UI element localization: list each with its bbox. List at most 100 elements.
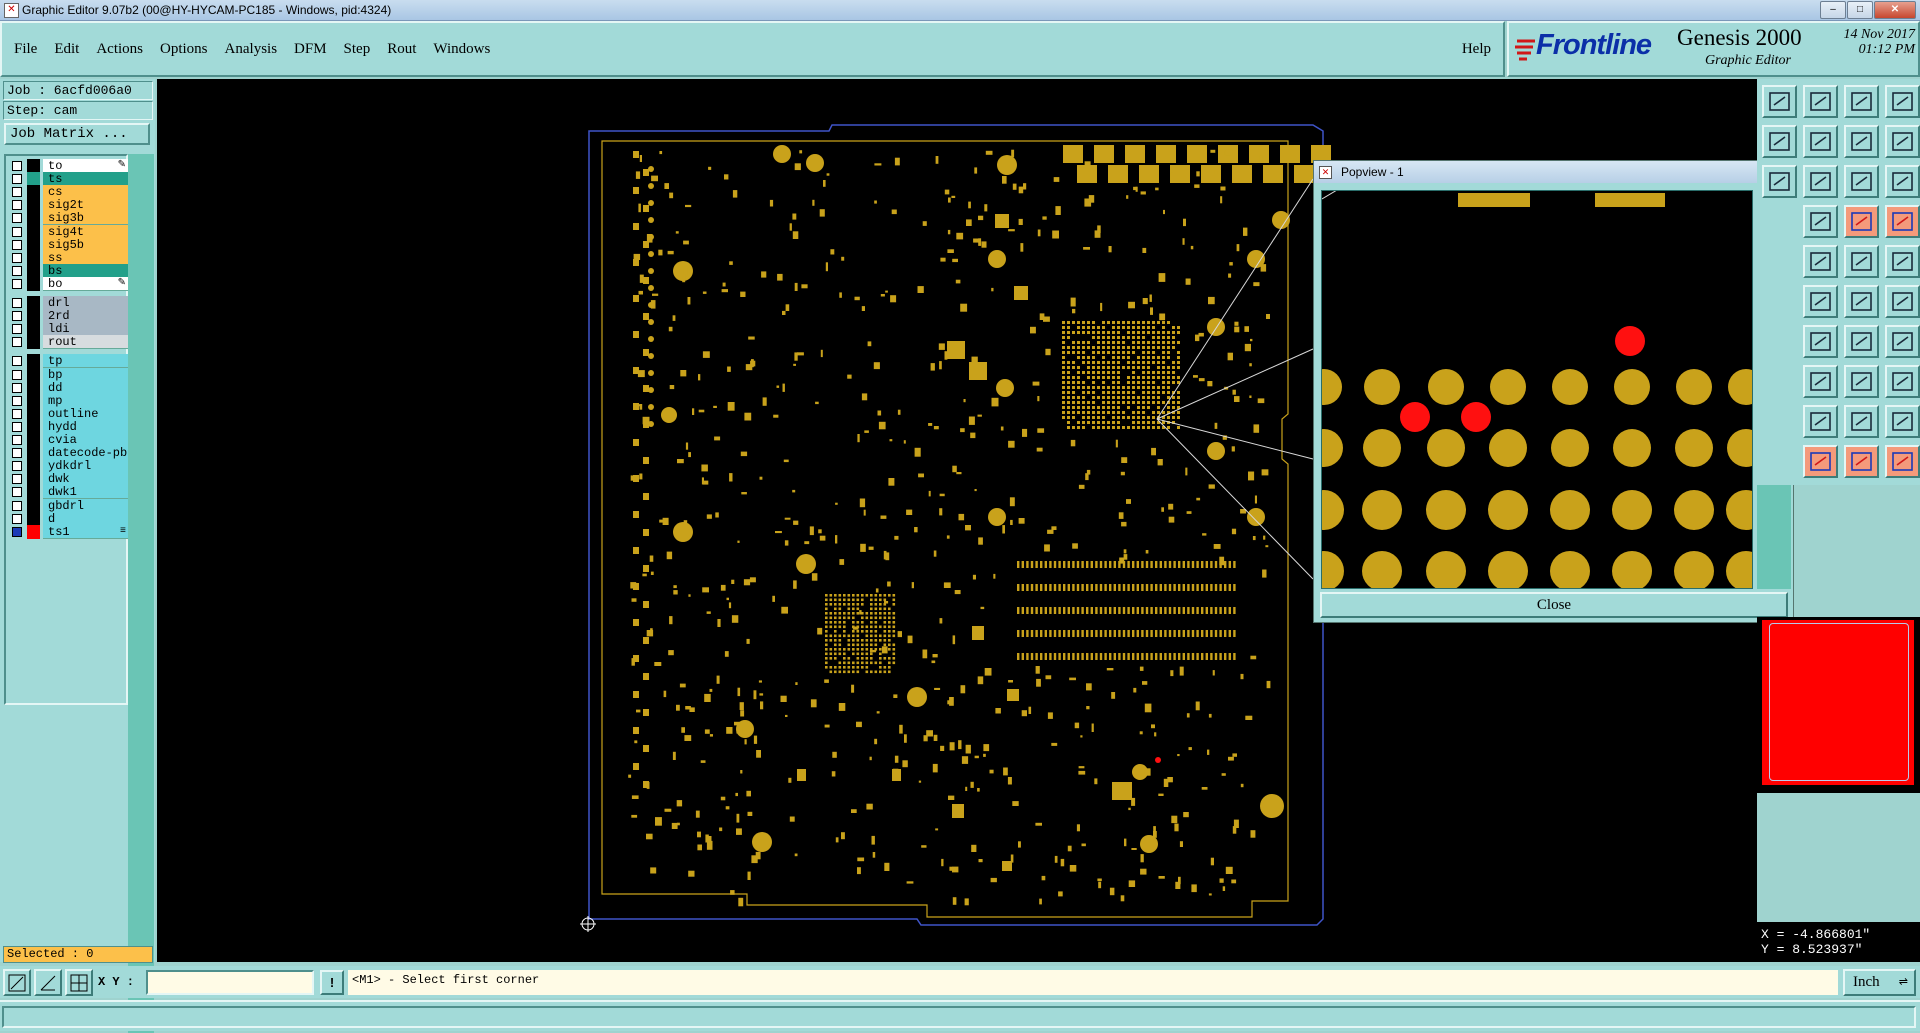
layer-row-bo[interactable]: bo ✎ — [8, 276, 128, 291]
layer-name[interactable]: bp — [43, 367, 128, 382]
layer-checkbox[interactable] — [12, 421, 22, 432]
layer-row-tp[interactable]: tp — [8, 354, 128, 369]
layer-name[interactable]: ldi — [43, 322, 128, 337]
layer-row-drl[interactable]: drl — [8, 296, 128, 310]
board-overview[interactable] — [1757, 617, 1920, 793]
zoom-step-button[interactable] — [1885, 125, 1920, 158]
layer-name[interactable]: d — [43, 511, 128, 526]
layer-checkbox[interactable] — [12, 174, 22, 185]
layer-name[interactable]: ss — [43, 250, 128, 265]
menu-file[interactable]: File — [14, 41, 37, 58]
layer-color-swatch[interactable] — [27, 406, 40, 421]
minimize-button[interactable]: – — [1820, 1, 1846, 19]
layer-color-swatch[interactable] — [27, 446, 40, 461]
menu-step[interactable]: Step — [344, 41, 371, 58]
maximize-button[interactable]: □ — [1847, 1, 1873, 19]
layer-color-swatch[interactable] — [27, 172, 40, 187]
scale-12-button[interactable] — [1803, 165, 1838, 198]
layer-name[interactable]: sig2t — [43, 198, 128, 213]
snap-grid-button[interactable] — [65, 969, 93, 996]
layer-color-swatch[interactable] — [27, 276, 40, 291]
layer-checkbox[interactable] — [12, 526, 22, 537]
layer-name[interactable]: sig3b — [43, 211, 128, 226]
select-box-button[interactable] — [1844, 445, 1879, 478]
menu-rout[interactable]: Rout — [387, 41, 416, 58]
layer-color-swatch[interactable] — [27, 485, 40, 500]
layer-name[interactable]: 2rd — [43, 309, 128, 324]
layer-checkbox[interactable] — [12, 239, 22, 250]
layer-checkbox[interactable] — [12, 200, 22, 211]
close-window-button[interactable]: ✕ — [1874, 1, 1916, 19]
layer-checkbox[interactable] — [12, 265, 22, 276]
layer-checkbox[interactable] — [12, 278, 22, 289]
layer-name[interactable]: datecode-pbc — [43, 446, 128, 461]
layer-row-datecode-pbc[interactable]: datecode-pbc — [8, 446, 128, 461]
layer-checkbox[interactable] — [12, 161, 22, 171]
query-button[interactable] — [1844, 165, 1879, 198]
select-button[interactable] — [1803, 445, 1838, 478]
layer-row-cs[interactable]: cs — [8, 185, 128, 200]
step-prev-button[interactable] — [1762, 125, 1797, 158]
layer-color-swatch[interactable] — [27, 211, 40, 226]
layer-row-hydd[interactable]: hydd — [8, 419, 128, 434]
layer-row-sig3b[interactable]: sig3b — [8, 211, 128, 226]
layer-name[interactable]: cvia — [43, 433, 128, 447]
layer-name[interactable]: dwk — [43, 472, 128, 487]
layer-row-ldi[interactable]: ldi — [8, 322, 128, 337]
shape-button[interactable] — [1885, 365, 1920, 398]
layer-row-2rd[interactable]: 2rd — [8, 309, 128, 324]
layer-color-swatch[interactable] — [27, 380, 40, 395]
layer-row-dwk[interactable]: dwk — [8, 472, 128, 487]
layer-checkbox[interactable] — [12, 298, 22, 308]
popview-close-button[interactable]: Close — [1320, 592, 1788, 618]
popview-canvas[interactable] — [1321, 190, 1753, 589]
layer-name[interactable]: ts — [43, 172, 128, 187]
layer-checkbox[interactable] — [12, 408, 22, 419]
layer-color-swatch[interactable] — [27, 419, 40, 434]
layer-color-swatch[interactable] — [27, 335, 40, 350]
layer-row-dd[interactable]: dd — [8, 380, 128, 395]
layer-color-swatch[interactable] — [27, 296, 40, 310]
layer-name[interactable]: rout — [43, 335, 128, 350]
layer-name[interactable]: hydd — [43, 419, 128, 434]
popview-zoom-view[interactable] — [1322, 191, 1752, 588]
layer-row-bs[interactable]: bs — [8, 263, 128, 278]
layer-checkbox[interactable] — [12, 461, 22, 472]
units-selector[interactable]: Inch ⇌ — [1843, 969, 1916, 996]
layer-checkbox[interactable] — [12, 187, 22, 198]
move-button[interactable] — [1803, 365, 1838, 398]
job-matrix-button[interactable]: Job Matrix ... — [4, 123, 150, 145]
layer-color-swatch[interactable] — [27, 511, 40, 526]
layer-color-swatch[interactable] — [27, 159, 40, 173]
step-next-button[interactable] — [1803, 125, 1838, 158]
layer-row-ts1[interactable]: ts1 ≡ — [8, 524, 128, 539]
menu-actions[interactable]: Actions — [96, 41, 143, 58]
layer-name[interactable]: ts1 — [43, 524, 128, 539]
layer-color-swatch[interactable] — [27, 524, 40, 539]
layer-checkbox[interactable] — [12, 448, 22, 459]
text-a-button[interactable] — [1803, 405, 1838, 438]
layer-name[interactable]: dwk1 — [43, 485, 128, 500]
menu-edit[interactable]: Edit — [54, 41, 79, 58]
layer-row-sig4t[interactable]: sig4t — [8, 224, 128, 239]
exclamation-button[interactable]: ! — [320, 970, 344, 995]
layer-name[interactable]: ydkdrl — [43, 459, 128, 474]
layer-color-swatch[interactable] — [27, 433, 40, 447]
layer-name[interactable]: bs — [43, 263, 128, 278]
arc-button[interactable] — [1844, 325, 1879, 358]
netlist-button[interactable] — [1844, 205, 1879, 238]
layer-checkbox[interactable] — [12, 382, 22, 393]
layer-checkbox[interactable] — [12, 513, 22, 524]
blank-button[interactable] — [1885, 165, 1920, 198]
snap-button[interactable] — [1885, 285, 1920, 318]
layer-color-swatch[interactable] — [27, 263, 40, 278]
layer-checkbox[interactable] — [12, 337, 22, 348]
layer-row-sig2t[interactable]: sig2t — [8, 198, 128, 213]
pad-button[interactable] — [1885, 245, 1920, 278]
resize-button[interactable] — [1844, 365, 1879, 398]
layer-name[interactable]: dd — [43, 380, 128, 395]
xy-input[interactable] — [146, 970, 314, 995]
layer-color-swatch[interactable] — [27, 472, 40, 487]
layer-list-scrollbar[interactable] — [128, 154, 154, 1033]
menu-help[interactable]: Help — [1462, 41, 1491, 58]
